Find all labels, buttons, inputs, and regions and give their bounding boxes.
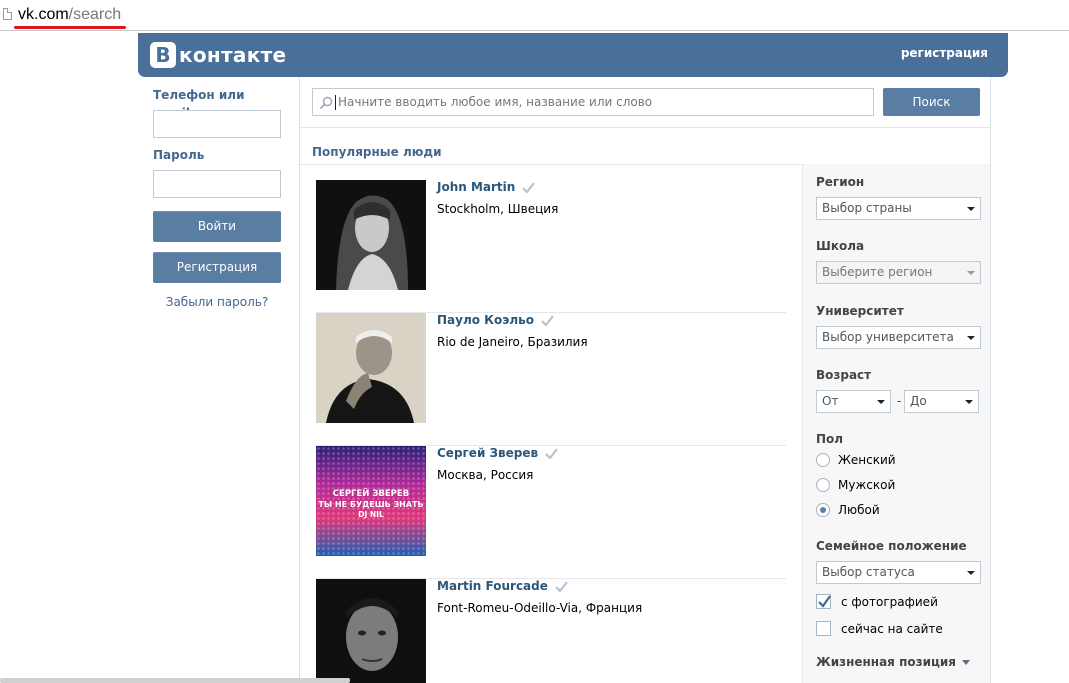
age-range-dash: - — [897, 394, 902, 408]
chevron-down-icon — [967, 336, 975, 340]
age-from-select[interactable]: От — [816, 390, 891, 413]
site-header: B контакте регистрация — [138, 33, 1008, 77]
person-location: Stockholm, Швеция — [437, 202, 559, 216]
chevron-down-icon — [967, 207, 975, 211]
university-select[interactable]: Выбор университета — [816, 326, 981, 349]
vk-logo[interactable]: B контакте — [150, 42, 286, 68]
search-box[interactable] — [312, 88, 874, 116]
cover-line-1: СЕРГЕЙ ЗВЕРЕВ — [333, 487, 409, 499]
person-name[interactable]: John Martin — [437, 180, 536, 194]
login-button[interactable]: Войти — [153, 211, 281, 242]
verified-check-icon — [555, 580, 568, 592]
list-item: John Martin Stockholm, Швеция — [316, 180, 786, 313]
red-underline-annotation — [14, 26, 126, 29]
person-location: Font-Romeu-Odeillo-Via, Франция — [437, 601, 643, 615]
text-caret — [335, 95, 336, 110]
page-icon — [3, 8, 12, 20]
check-icon — [818, 595, 831, 608]
marital-status-select[interactable]: Выбор статуса — [816, 561, 981, 584]
horizontal-scrollbar[interactable] — [0, 678, 350, 683]
list-item: Martin Fourcade Font-Romeu-Odeillo-Via, … — [316, 579, 786, 683]
logo-text: контакте — [179, 43, 287, 67]
marital-status-label: Семейное положение — [816, 539, 967, 553]
popular-people-title: Популярные люди — [312, 145, 442, 159]
person-photo[interactable] — [316, 180, 426, 290]
search-input[interactable] — [338, 89, 868, 115]
checkbox-checked[interactable] — [816, 594, 831, 609]
person-photo[interactable]: СЕРГЕЙ ЗВЕРЕВ ТЫ НЕ БУДЕШЬ ЗНАТЬ DJ NIL — [316, 446, 426, 556]
person-name[interactable]: Сергей Зверев — [437, 446, 558, 460]
age-to-select[interactable]: До — [904, 390, 979, 413]
radio-button-selected[interactable] — [816, 503, 830, 517]
person-photo[interactable] — [316, 313, 426, 423]
password-label: Пароль — [153, 148, 205, 162]
school-label: Школа — [816, 239, 865, 253]
chevron-down-icon — [967, 271, 975, 275]
list-item: СЕРГЕЙ ЗВЕРЕВ ТЫ НЕ БУДЕШЬ ЗНАТЬ DJ NIL … — [316, 446, 786, 579]
chevron-down-icon — [877, 400, 885, 404]
region-select[interactable]: Выбор страны — [816, 197, 981, 220]
header-register-link[interactable]: регистрация — [901, 46, 988, 60]
address-bar[interactable]: vk.com/search — [0, 0, 1069, 31]
chevron-down-icon — [967, 571, 975, 575]
search-icon — [319, 96, 333, 110]
verified-check-icon — [522, 181, 536, 193]
verified-check-icon — [545, 447, 558, 459]
list-item: Пауло Коэльо Rio de Janeiro, Бразилия — [316, 313, 786, 446]
cover-line-3: DJ NIL — [358, 510, 384, 519]
person-photo[interactable] — [316, 579, 426, 683]
verified-check-icon — [541, 314, 554, 326]
search-row: Поиск — [300, 77, 990, 128]
checkbox[interactable] — [816, 621, 831, 636]
gender-radio-male[interactable]: Мужской — [816, 478, 895, 492]
online-now-checkbox[interactable]: сейчас на сайте — [816, 621, 943, 636]
gender-label: Пол — [816, 432, 844, 446]
radio-button[interactable] — [816, 453, 830, 467]
search-panel: Поиск Популярные люди John Martin Stockh… — [299, 77, 991, 683]
url-text[interactable]: vk.com/search — [18, 5, 121, 25]
gender-radio-female[interactable]: Женский — [816, 453, 896, 467]
people-list: John Martin Stockholm, Швеция Пауло Коэл… — [316, 180, 786, 683]
university-label: Университет — [816, 304, 904, 318]
person-location: Москва, Россия — [437, 468, 534, 482]
register-button[interactable]: Регистрация — [153, 252, 281, 283]
gender-radio-any[interactable]: Любой — [816, 503, 880, 517]
forgot-password-link[interactable]: Забыли пароль? — [153, 295, 281, 309]
school-select[interactable]: Выберите регион — [816, 261, 981, 284]
logo-letter: B — [150, 42, 176, 68]
phone-input[interactable] — [153, 110, 281, 138]
phone-label: Телефон или email — [153, 88, 245, 120]
person-name[interactable]: Пауло Коэльо — [437, 313, 554, 327]
cover-line-2: ТЫ НЕ БУДЕШЬ ЗНАТЬ — [318, 500, 423, 509]
person-name[interactable]: Martin Fourcade — [437, 579, 568, 593]
region-label: Регион — [816, 175, 865, 189]
search-button[interactable]: Поиск — [883, 88, 980, 116]
age-label: Возраст — [816, 368, 872, 382]
chevron-down-icon — [965, 400, 973, 404]
search-filters: Регион Выбор страны Школа Выберите регио… — [802, 164, 990, 683]
person-location: Rio de Janeiro, Бразилия — [437, 335, 588, 349]
chevron-down-icon — [962, 659, 970, 665]
login-form: Телефон или email Пароль Войти Регистрац… — [153, 86, 281, 309]
radio-button[interactable] — [816, 478, 830, 492]
password-input[interactable] — [153, 170, 281, 198]
with-photo-checkbox[interactable]: с фотографией — [816, 594, 938, 609]
life-position-toggle[interactable]: Жизненная позиция — [816, 655, 970, 669]
